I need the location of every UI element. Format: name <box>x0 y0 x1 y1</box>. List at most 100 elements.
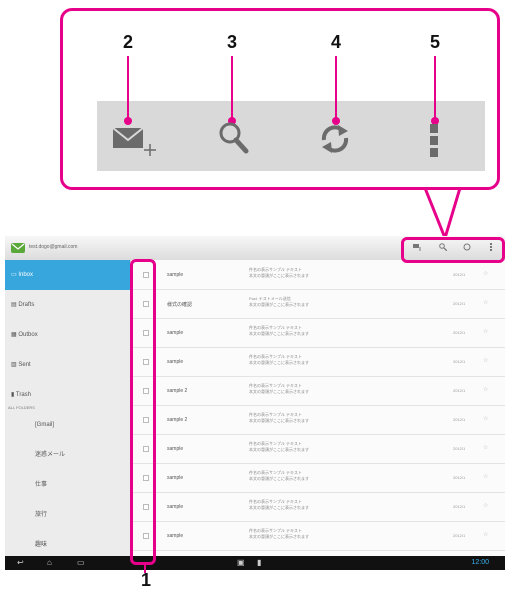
message-subject: 件名の表示サンプル テキスト 本文の冒頭がここに表示されます <box>249 528 429 544</box>
message-snippet: 本文の冒頭がここに表示されます <box>249 273 309 278</box>
outbox-icon: ▦ <box>11 332 17 338</box>
message-row[interactable]: sample 件名の表示サンプル テキスト 本文の冒頭がここに表示されます 201… <box>131 492 505 522</box>
trash-icon: ▮ <box>11 392 15 398</box>
message-date: 2012/1 <box>453 417 466 422</box>
message-row[interactable]: sample 件名の表示サンプル テキスト 本文の冒頭がここに表示されます 201… <box>131 463 505 493</box>
sidebar-item-label: Drafts <box>18 302 35 308</box>
message-subject: 件名の表示サンプル テキスト 本文の冒頭がここに表示されます <box>249 267 429 283</box>
message-snippet: 本文の冒頭がここに表示されます <box>249 447 309 452</box>
star-icon[interactable]: ☆ <box>483 299 488 306</box>
star-icon[interactable]: ☆ <box>483 531 488 538</box>
home-icon[interactable]: ⌂ <box>47 558 52 567</box>
sidebar-folder[interactable]: 旅行 <box>5 500 130 530</box>
message-date: 2012/1 <box>453 388 466 393</box>
message-date: 2012/1 <box>453 272 466 277</box>
message-row[interactable]: sample 件名の表示サンプル テキスト 本文の冒頭がここに表示されます 201… <box>131 521 505 551</box>
message-sender: sample <box>167 504 184 510</box>
message-sender: sample <box>167 446 184 452</box>
message-subject: 件名の表示サンプル テキスト 本文の冒頭がここに表示されます <box>249 354 429 370</box>
back-icon[interactable]: ↩ <box>17 558 24 567</box>
callout-line-2 <box>127 56 129 120</box>
sent-icon: ▧ <box>11 362 17 368</box>
sidebar-item-inbox[interactable]: ▭ Inbox <box>5 260 130 290</box>
message-snippet: 本文の冒頭がここに表示されます <box>249 302 309 307</box>
sidebar-item-label: Inbox <box>18 272 34 278</box>
email-app-window: test.dogo@gmail.com ▭ Inbox ▤ Drafts ▦ O… <box>5 236 505 570</box>
callout-line-5 <box>434 56 436 120</box>
message-row[interactable]: sample 2 件名の表示サンプル テキスト 本文の冒頭がここに表示されます 2… <box>131 405 505 435</box>
star-icon[interactable]: ☆ <box>483 473 488 480</box>
callout-number-4: 4 <box>330 32 341 52</box>
sidebar: ▭ Inbox ▤ Drafts ▦ Outbox ▧ Sent ▮ Trash… <box>5 260 131 556</box>
overflow-menu-icon[interactable] <box>428 120 440 160</box>
sidebar-item-sent[interactable]: ▧ Sent <box>5 350 130 380</box>
message-sender: sample <box>167 359 184 365</box>
callout-number-1: 1 <box>140 570 151 590</box>
message-sender: sample <box>167 330 184 336</box>
sidebar-item-outbox[interactable]: ▦ Outbox <box>5 320 130 350</box>
message-snippet: 本文の冒頭がここに表示されます <box>249 534 309 539</box>
message-row[interactable]: sample 件名の表示サンプル テキスト 本文の冒頭がここに表示されます 201… <box>131 318 505 348</box>
message-row[interactable]: 様式の確認 Fwd: テストメール送信 本文の冒頭がここに表示されます 2012/… <box>131 289 505 319</box>
star-icon[interactable]: ☆ <box>483 357 488 364</box>
message-snippet: 本文の冒頭がここに表示されます <box>249 360 309 365</box>
star-icon[interactable]: ☆ <box>483 444 488 451</box>
message-snippet: 本文の冒頭がここに表示されます <box>249 418 309 423</box>
recent-apps-icon[interactable]: ▭ <box>77 558 85 567</box>
message-row[interactable]: sample 件名の表示サンプル テキスト 本文の冒頭がここに表示されます 201… <box>131 260 505 290</box>
sidebar-item-label: Sent <box>18 362 31 368</box>
message-sender: sample <box>167 272 184 278</box>
system-nav-bar: ↩ ⌂ ▭ ▣ ▮ 12:00 <box>5 556 505 570</box>
message-date: 2012/1 <box>453 330 466 335</box>
callout-number-3: 3 <box>226 32 237 52</box>
message-date: 2012/1 <box>453 446 466 451</box>
checkbox-column-highlight <box>130 259 156 565</box>
star-icon[interactable]: ☆ <box>483 386 488 393</box>
message-sender: sample 2 <box>167 417 188 423</box>
message-sender: sample <box>167 475 184 481</box>
message-date: 2012/1 <box>453 475 466 480</box>
message-row[interactable]: sample 2 件名の表示サンプル テキスト 本文の冒頭がここに表示されます 2… <box>131 376 505 406</box>
refresh-icon[interactable] <box>318 122 352 156</box>
message-subject: 件名の表示サンプル テキスト 本文の冒頭がここに表示されます <box>249 383 429 399</box>
message-snippet: 本文の冒頭がここに表示されます <box>249 505 309 510</box>
message-date: 2012/1 <box>453 533 466 538</box>
message-date: 2012/1 <box>453 359 466 364</box>
message-list: sample 件名の表示サンプル テキスト 本文の冒頭がここに表示されます 201… <box>131 260 505 556</box>
sidebar-folder[interactable]: 迷惑メール <box>5 440 130 470</box>
callout-number-5: 5 <box>429 32 440 52</box>
message-subject: Fwd: テストメール送信 本文の冒頭がここに表示されます <box>249 296 429 312</box>
message-snippet: 本文の冒頭がここに表示されます <box>249 331 309 336</box>
message-sender: sample 2 <box>167 388 188 394</box>
callout-number-2: 2 <box>122 32 133 52</box>
message-subject: 件名の表示サンプル テキスト 本文の冒頭がここに表示されます <box>249 499 429 515</box>
sidebar-item-label: Trash <box>15 392 31 398</box>
notification-icon: ▮ <box>257 558 262 567</box>
drafts-icon: ▤ <box>11 302 17 308</box>
message-snippet: 本文の冒頭がここに表示されます <box>249 476 309 481</box>
message-date: 2012/1 <box>453 301 466 306</box>
screenshot-icon: ▣ <box>237 558 245 567</box>
message-sender: 様式の確認 <box>167 302 193 308</box>
message-sender: sample <box>167 533 184 539</box>
email-app-icon[interactable] <box>11 241 25 255</box>
message-subject: 件名の表示サンプル テキスト 本文の冒頭がここに表示されます <box>249 412 429 428</box>
message-date: 2012/1 <box>453 504 466 509</box>
search-icon[interactable] <box>217 120 251 156</box>
message-subject: 件名の表示サンプル テキスト 本文の冒頭がここに表示されます <box>249 441 429 457</box>
star-icon[interactable]: ☆ <box>483 502 488 509</box>
account-name[interactable]: test.dogo@gmail.com <box>29 244 77 250</box>
toolbar-highlight <box>401 237 505 263</box>
star-icon[interactable]: ☆ <box>483 415 488 422</box>
message-row[interactable]: sample 件名の表示サンプル テキスト 本文の冒頭がここに表示されます 201… <box>131 434 505 464</box>
sidebar-folder[interactable]: [Gmail] <box>5 410 130 440</box>
sidebar-folder[interactable]: 仕事 <box>5 470 130 500</box>
compose-mail-icon[interactable] <box>112 124 158 160</box>
message-snippet: 本文の冒頭がここに表示されます <box>249 389 309 394</box>
star-icon[interactable]: ☆ <box>483 270 488 277</box>
message-subject: 件名の表示サンプル テキスト 本文の冒頭がここに表示されます <box>249 325 429 341</box>
star-icon[interactable]: ☆ <box>483 328 488 335</box>
message-row[interactable]: sample 件名の表示サンプル テキスト 本文の冒頭がここに表示されます 201… <box>131 347 505 377</box>
sidebar-item-drafts[interactable]: ▤ Drafts <box>5 290 130 320</box>
callout-line-3 <box>231 56 233 120</box>
